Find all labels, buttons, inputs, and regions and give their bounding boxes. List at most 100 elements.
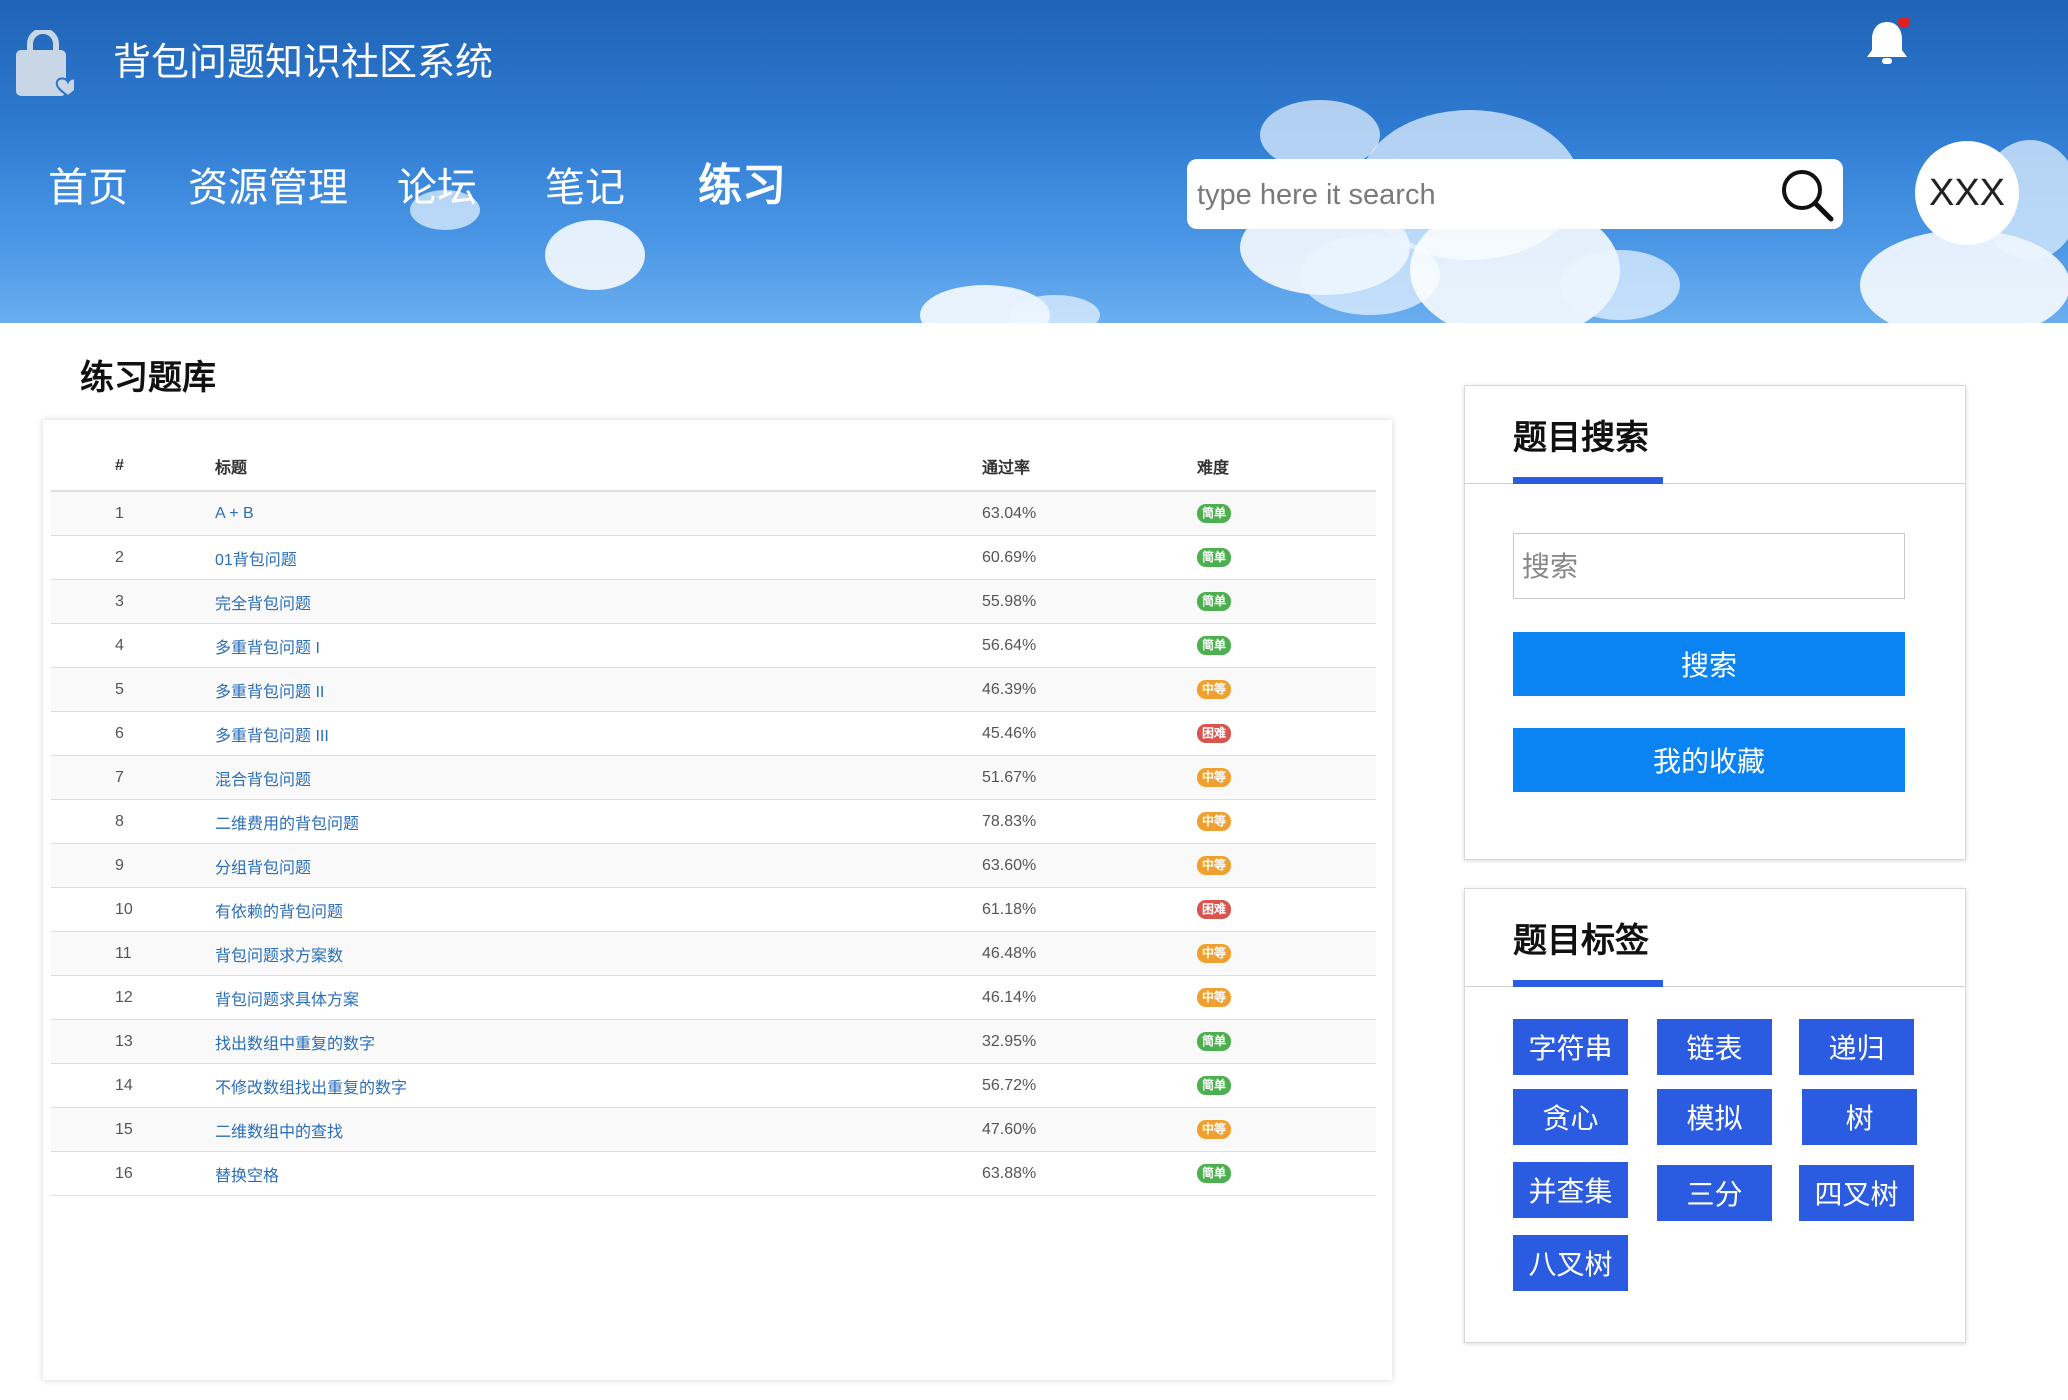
problem-title-link[interactable]: 完全背包问题 [215, 596, 311, 613]
problem-title-link[interactable]: 多重背包问题 II [215, 684, 324, 701]
problem-title-link[interactable]: 多重背包问题 I [215, 640, 320, 657]
table-row[interactable]: 13 找出数组中重复的数字 32.95% 简单 [51, 1019, 1376, 1064]
problem-title-link[interactable]: 背包问题求方案数 [215, 948, 343, 965]
problem-title-link[interactable]: 二维数组中的查找 [215, 1124, 343, 1141]
problem-pass-rate: 46.39% [982, 667, 1197, 712]
panel-title-tags: 题目标签 [1513, 921, 1649, 961]
problem-title-link[interactable]: 二维费用的背包问题 [215, 816, 359, 833]
problem-title-link[interactable]: 背包问题求具体方案 [215, 992, 359, 1009]
difficulty-badge: 简单 [1197, 504, 1232, 523]
tag-string[interactable]: 字符串 [1513, 1019, 1628, 1075]
problem-search-input[interactable] [1513, 533, 1905, 599]
problem-title-link[interactable]: 找出数组中重复的数字 [215, 1036, 375, 1053]
problem-number: 7 [51, 755, 215, 800]
problem-pass-rate: 63.88% [982, 1151, 1197, 1196]
table-row[interactable]: 14 不修改数组找出重复的数字 56.72% 简单 [51, 1063, 1376, 1108]
table-row[interactable]: 4 多重背包问题 I 56.64% 简单 [51, 623, 1376, 668]
table-row[interactable]: 7 混合背包问题 51.67% 中等 [51, 755, 1376, 800]
panel-header: 题目标签 [1465, 889, 1965, 987]
search-icon[interactable] [1779, 167, 1835, 223]
nav-forum[interactable]: 论坛 [397, 160, 477, 216]
notification-dot [1898, 18, 1910, 28]
problem-difficulty-cell: 简单 [1197, 535, 1376, 580]
problem-number: 9 [51, 843, 215, 888]
column-header-title: 标题 [215, 442, 982, 492]
table-row[interactable]: 15 二维数组中的查找 47.60% 中等 [51, 1107, 1376, 1152]
difficulty-badge: 中等 [1197, 680, 1232, 699]
table-row[interactable]: 16 替换空格 63.88% 简单 [51, 1151, 1376, 1196]
problem-number: 11 [51, 931, 215, 976]
problem-pass-rate: 32.95% [982, 1019, 1197, 1064]
problem-pass-rate: 55.98% [982, 579, 1197, 624]
tag-simulation[interactable]: 模拟 [1657, 1089, 1772, 1145]
search-button[interactable]: 搜索 [1513, 632, 1905, 696]
table-row[interactable]: 6 多重背包问题 III 45.46% 困难 [51, 711, 1376, 756]
problem-title-cell: 多重背包问题 I [215, 623, 982, 668]
tag-union-find[interactable]: 并查集 [1513, 1162, 1628, 1218]
nav-home[interactable]: 首页 [48, 160, 128, 216]
column-header-difficulty: 难度 [1197, 442, 1376, 492]
problem-number: 5 [51, 667, 215, 712]
problem-pass-rate: 47.60% [982, 1107, 1197, 1152]
problem-number: 2 [51, 535, 215, 580]
problem-number: 3 [51, 579, 215, 624]
difficulty-badge: 困难 [1197, 724, 1232, 743]
problem-title-link[interactable]: A + B [215, 505, 254, 522]
tag-greedy[interactable]: 贪心 [1513, 1089, 1628, 1145]
difficulty-badge: 简单 [1197, 592, 1232, 611]
problem-number: 10 [51, 887, 215, 932]
table-row[interactable]: 3 完全背包问题 55.98% 简单 [51, 579, 1376, 624]
table-row[interactable]: 11 背包问题求方案数 46.48% 中等 [51, 931, 1376, 976]
header-banner: 背包问题知识社区系统 首页 资源管理 论坛 笔记 练习 XXX [0, 0, 2068, 323]
problem-title-link[interactable]: 多重背包问题 III [215, 728, 329, 745]
table-row[interactable]: 5 多重背包问题 II 46.39% 中等 [51, 667, 1376, 712]
tag-ternary-search[interactable]: 三分 [1657, 1165, 1772, 1221]
column-header-number: # [51, 442, 215, 492]
nav-notes[interactable]: 笔记 [545, 160, 625, 216]
table-row[interactable]: 10 有依赖的背包问题 61.18% 困难 [51, 887, 1376, 932]
problem-table: # 标题 通过率 难度 1A + B 63.04% 简单 2 01背包问题 60.69% 简… [51, 442, 1376, 1196]
user-avatar[interactable]: XXX [1915, 141, 2019, 245]
problem-difficulty-cell: 中等 [1197, 755, 1376, 800]
problem-number: 14 [51, 1063, 215, 1108]
tag-octree[interactable]: 八叉树 [1513, 1235, 1628, 1291]
tag-recursion[interactable]: 递归 [1799, 1019, 1914, 1075]
table-row[interactable]: 2 01背包问题 60.69% 简单 [51, 535, 1376, 580]
difficulty-badge: 中等 [1197, 988, 1232, 1007]
difficulty-badge: 困难 [1197, 900, 1232, 919]
my-favorites-button[interactable]: 我的收藏 [1513, 728, 1905, 792]
tag-quadtree[interactable]: 四叉树 [1799, 1165, 1914, 1221]
cloud-decoration [545, 220, 645, 290]
problem-title-link[interactable]: 有依赖的背包问题 [215, 904, 343, 921]
nav-practice[interactable]: 练习 [698, 158, 786, 214]
tag-tree[interactable]: 树 [1802, 1089, 1917, 1145]
nav-resources[interactable]: 资源管理 [188, 160, 348, 216]
header-search-input[interactable] [1195, 171, 1759, 219]
problem-title-link[interactable]: 分组背包问题 [215, 860, 311, 877]
problem-title-cell: 二维数组中的查找 [215, 1107, 982, 1152]
problem-title-link[interactable]: 不修改数组找出重复的数字 [215, 1080, 407, 1097]
table-row[interactable]: 9 分组背包问题 63.60% 中等 [51, 843, 1376, 888]
problem-title-cell: 背包问题求方案数 [215, 931, 982, 976]
panel-title-underline [1513, 980, 1663, 987]
panel-title-search: 题目搜索 [1513, 418, 1649, 458]
problem-difficulty-cell: 简单 [1197, 1151, 1376, 1196]
notification-bell-icon[interactable] [1862, 18, 1912, 70]
problem-pass-rate: 63.60% [982, 843, 1197, 888]
problem-title-link[interactable]: 混合背包问题 [215, 772, 311, 789]
table-row[interactable]: 12 背包问题求具体方案 46.14% 中等 [51, 975, 1376, 1020]
problem-title-cell: 背包问题求具体方案 [215, 975, 982, 1020]
problem-pass-rate: 61.18% [982, 887, 1197, 932]
panel-title-underline [1513, 477, 1663, 484]
table-row[interactable]: 1A + B 63.04% 简单 [51, 491, 1376, 536]
table-header-row: # 标题 通过率 难度 [51, 442, 1376, 492]
problem-difficulty-cell: 简单 [1197, 623, 1376, 668]
difficulty-badge: 中等 [1197, 944, 1232, 963]
problem-number: 1 [51, 491, 215, 536]
table-row[interactable]: 8 二维费用的背包问题 78.83% 中等 [51, 799, 1376, 844]
problem-title-link[interactable]: 01背包问题 [215, 552, 297, 569]
problem-title-link[interactable]: 替换空格 [215, 1168, 279, 1185]
tag-linked-list[interactable]: 链表 [1657, 1019, 1772, 1075]
problem-title-cell: 二维费用的背包问题 [215, 799, 982, 844]
problem-title-cell: 多重背包问题 II [215, 667, 982, 712]
